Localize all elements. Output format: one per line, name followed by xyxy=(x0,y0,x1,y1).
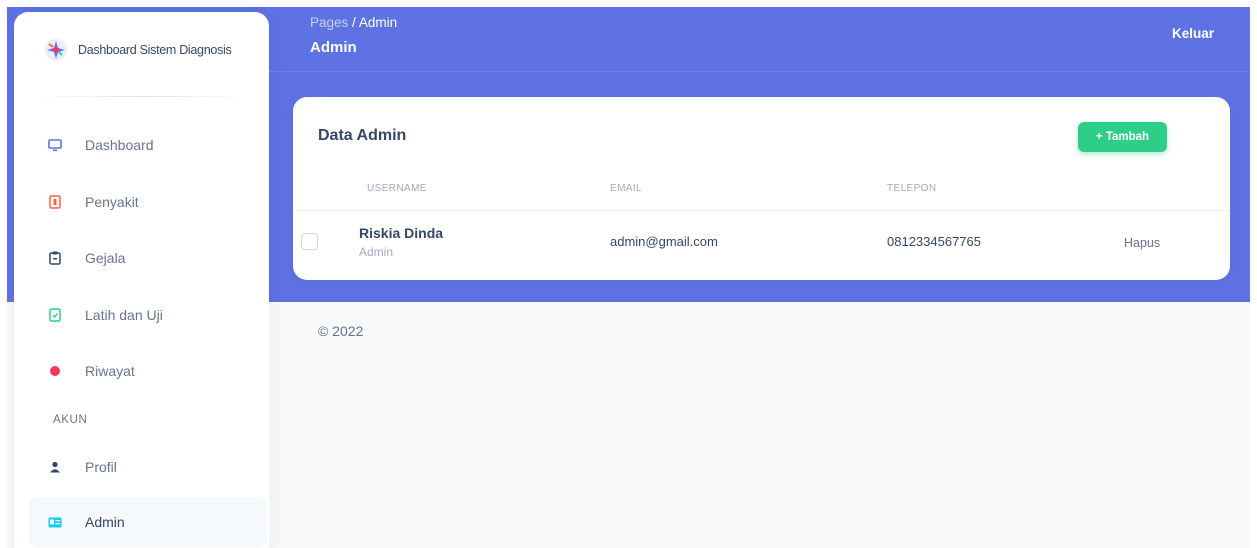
battery-icon xyxy=(47,194,63,210)
column-header-email: EMAIL xyxy=(610,183,643,194)
sidebar-item-label: Latih dan Uji xyxy=(85,307,163,323)
sidebar-section-title: AKUN xyxy=(53,414,88,426)
user-name: Riskia Dinda xyxy=(359,225,444,241)
app-frame: Dashboard Sistem Diagnosis Dashboard Pen… xyxy=(7,7,1250,548)
table-divider xyxy=(293,210,1230,211)
admin-table-card: Data Admin + Tambah USERNAME EMAIL TELEP… xyxy=(293,97,1230,280)
clipboard-icon xyxy=(47,250,63,266)
sidebar-item-label: Riwayat xyxy=(85,363,135,379)
sidebar-item-gejala[interactable]: Gejala xyxy=(29,233,267,283)
breadcrumb-parent[interactable]: Pages xyxy=(310,15,348,30)
header-divider xyxy=(269,71,1250,72)
brand[interactable]: Dashboard Sistem Diagnosis xyxy=(14,12,269,87)
sidebar-item-label: Profil xyxy=(85,459,117,475)
user-role: Admin xyxy=(359,245,394,259)
sidebar: Dashboard Sistem Diagnosis Dashboard Pen… xyxy=(14,12,269,548)
sidebar-item-riwayat[interactable]: Riwayat xyxy=(29,346,267,396)
sidebar-divider xyxy=(36,96,248,97)
brand-title: Dashboard Sistem Diagnosis xyxy=(78,42,232,57)
sidebar-item-dashboard[interactable]: Dashboard xyxy=(29,120,267,170)
document-icon xyxy=(47,307,63,323)
breadcrumb-separator: / xyxy=(352,15,356,30)
sidebar-item-latih-dan-uji[interactable]: Latih dan Uji xyxy=(29,290,267,340)
sidebar-item-label: Admin xyxy=(85,514,125,530)
sidebar-item-profil[interactable]: Profil xyxy=(29,442,267,492)
breadcrumb-current: Admin xyxy=(358,15,398,30)
card-title: Data Admin xyxy=(318,127,407,144)
row-checkbox[interactable] xyxy=(301,233,318,250)
user-phone: 0812334567765 xyxy=(887,234,981,249)
sidebar-item-label: Gejala xyxy=(85,250,126,266)
circle-icon xyxy=(47,363,63,379)
brand-logo-icon xyxy=(45,38,67,61)
monitor-icon xyxy=(47,137,63,153)
user-icon xyxy=(47,459,63,475)
column-header-telepon: TELEPON xyxy=(887,183,937,194)
delete-link[interactable]: Hapus xyxy=(1124,236,1160,250)
page: Dashboard Sistem Diagnosis Dashboard Pen… xyxy=(0,0,1257,548)
logout-link[interactable]: Keluar xyxy=(1172,26,1214,41)
add-admin-button[interactable]: + Tambah xyxy=(1078,122,1167,152)
breadcrumb: Pages / Admin xyxy=(310,15,397,30)
sidebar-item-admin[interactable]: Admin xyxy=(29,497,267,547)
page-title: Admin xyxy=(310,39,357,56)
column-header-username: USERNAME xyxy=(367,183,427,194)
sidebar-item-label: Dashboard xyxy=(85,137,154,153)
id-card-icon xyxy=(47,514,63,530)
user-email: admin@gmail.com xyxy=(610,234,718,249)
sidebar-item-label: Penyakit xyxy=(85,194,139,210)
sidebar-item-penyakit[interactable]: Penyakit xyxy=(29,177,267,227)
footer-copyright: © 2022 xyxy=(318,323,364,339)
